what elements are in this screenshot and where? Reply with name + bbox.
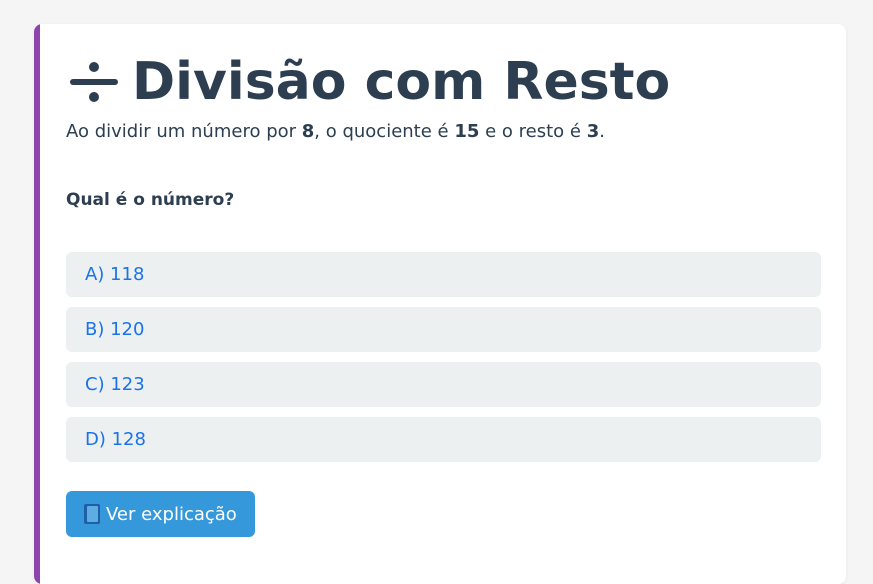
option-a[interactable]: A) 118 — [66, 252, 821, 297]
statement-middle-2: e o resto é — [479, 121, 587, 142]
answer-options: A) 118 B) 120 C) 123 D) 128 — [66, 252, 821, 472]
question-card: Divisão com Resto Ao dividir um número p… — [34, 24, 846, 584]
accent-bar — [34, 24, 40, 584]
option-b[interactable]: B) 120 — [66, 307, 821, 352]
option-label: A) 118 — [85, 264, 145, 285]
option-label: C) 123 — [85, 374, 145, 395]
option-label: B) 120 — [85, 319, 145, 340]
question-text: Qual é o número? — [66, 190, 235, 210]
option-label: D) 128 — [85, 429, 146, 450]
option-c[interactable]: C) 123 — [66, 362, 821, 407]
show-explanation-button[interactable]: Ver explicação — [66, 491, 255, 537]
option-d[interactable]: D) 128 — [66, 417, 821, 462]
book-icon — [84, 504, 100, 524]
problem-statement: Ao dividir um número por 8, o quociente … — [66, 120, 605, 144]
divisor-value: 8 — [301, 121, 315, 142]
page-title: Divisão com Resto — [70, 50, 670, 114]
title-text: Divisão com Resto — [132, 52, 671, 112]
quotient-value: 15 — [454, 121, 480, 142]
statement-prefix: Ao dividir um número por — [66, 121, 302, 142]
remainder-value: 3 — [586, 121, 600, 142]
statement-middle-1: , o quociente é — [314, 121, 455, 142]
division-icon — [70, 58, 118, 106]
statement-suffix: . — [599, 121, 605, 142]
show-explanation-label: Ver explicação — [106, 503, 237, 525]
